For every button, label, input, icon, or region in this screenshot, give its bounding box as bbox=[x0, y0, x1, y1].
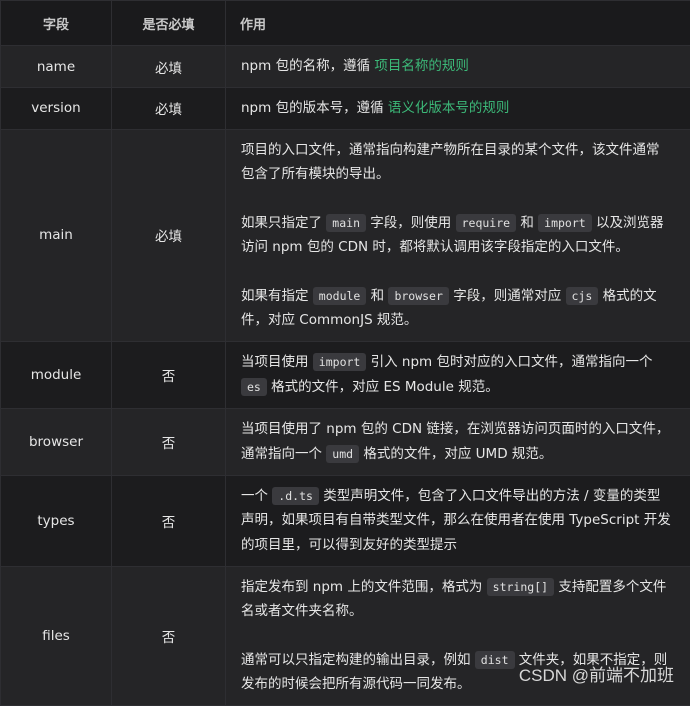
description-text: 一个 bbox=[241, 488, 272, 504]
inline-code: umd bbox=[326, 445, 359, 463]
description-text: 通常可以只指定构建的输出目录，例如 bbox=[241, 652, 475, 668]
field-description: 当项目使用了 npm 包的 CDN 链接，在浏览器访问页面时的入口文件，通常指向… bbox=[226, 408, 690, 475]
table-row: name 必填 npm 包的名称，遵循 项目名称的规则 bbox=[1, 46, 690, 88]
table-header-row: 字段 是否必填 作用 bbox=[1, 1, 690, 46]
description-paragraph: 当项目使用了 npm 包的 CDN 链接，在浏览器访问页面时的入口文件，通常指向… bbox=[241, 417, 672, 466]
field-name: version bbox=[1, 88, 112, 130]
table-row: module 否 当项目使用 import 引入 npm 包时对应的入口文件，通… bbox=[1, 341, 690, 408]
table-row: browser 否 当项目使用了 npm 包的 CDN 链接，在浏览器访问页面时… bbox=[1, 408, 690, 475]
inline-code: import bbox=[313, 353, 367, 371]
field-description: 一个 .d.ts 类型声明文件，包含了入口文件导出的方法 / 变量的类型声明，如… bbox=[226, 475, 690, 566]
description-text: 引入 npm 包时对应的入口文件，通常指向一个 bbox=[366, 354, 652, 370]
field-required: 否 bbox=[112, 341, 226, 408]
description-paragraph: npm 包的名称，遵循 项目名称的规则 bbox=[241, 54, 672, 79]
field-required: 否 bbox=[112, 566, 226, 705]
inline-code: .d.ts bbox=[272, 487, 319, 505]
description-text: 和 bbox=[516, 215, 538, 231]
inline-code: browser bbox=[388, 287, 448, 305]
inline-code: module bbox=[313, 287, 367, 305]
table-row: types 否 一个 .d.ts 类型声明文件，包含了入口文件导出的方法 / 变… bbox=[1, 475, 690, 566]
doc-link[interactable]: 项目名称的规则 bbox=[374, 58, 469, 74]
field-description: npm 包的名称，遵循 项目名称的规则 bbox=[226, 46, 690, 88]
inline-code: cjs bbox=[566, 287, 599, 305]
field-name: main bbox=[1, 129, 112, 341]
description-paragraph: 项目的入口文件，通常指向构建产物所在目录的某个文件，该文件通常包含了所有模块的导… bbox=[241, 138, 672, 187]
field-required: 必填 bbox=[112, 88, 226, 130]
description-text: 指定发布到 npm 上的文件范围，格式为 bbox=[241, 579, 487, 595]
description-paragraph: 一个 .d.ts 类型声明文件，包含了入口文件导出的方法 / 变量的类型声明，如… bbox=[241, 484, 672, 558]
field-description: 当项目使用 import 引入 npm 包时对应的入口文件，通常指向一个 es … bbox=[226, 341, 690, 408]
description-paragraph: 如果只指定了 main 字段，则使用 require 和 import 以及浏览… bbox=[241, 211, 672, 260]
field-name: module bbox=[1, 341, 112, 408]
field-name: browser bbox=[1, 408, 112, 475]
field-required: 必填 bbox=[112, 46, 226, 88]
field-name: types bbox=[1, 475, 112, 566]
field-required: 否 bbox=[112, 408, 226, 475]
inline-code: string[] bbox=[487, 578, 554, 596]
description-text: 格式的文件，对应 ES Module 规范。 bbox=[267, 379, 499, 395]
description-text: 如果有指定 bbox=[241, 288, 313, 304]
description-text: npm 包的名称，遵循 bbox=[241, 58, 374, 74]
field-required: 否 bbox=[112, 475, 226, 566]
field-required: 必填 bbox=[112, 129, 226, 341]
description-text: 当项目使用 bbox=[241, 354, 313, 370]
description-text: npm 包的版本号，遵循 bbox=[241, 100, 388, 116]
header-required: 是否必填 bbox=[112, 1, 226, 46]
fields-table: 字段 是否必填 作用 name 必填 npm 包的名称，遵循 项目名称的规则 v… bbox=[0, 0, 690, 706]
doc-link[interactable]: 语义化版本号的规则 bbox=[388, 100, 510, 116]
description-text: 如果只指定了 bbox=[241, 215, 326, 231]
field-name: name bbox=[1, 46, 112, 88]
inline-code: require bbox=[456, 214, 516, 232]
description-paragraph: npm 包的版本号，遵循 语义化版本号的规则 bbox=[241, 96, 672, 121]
description-text: 和 bbox=[366, 288, 388, 304]
header-purpose: 作用 bbox=[226, 1, 690, 46]
header-field: 字段 bbox=[1, 1, 112, 46]
description-text: 项目的入口文件，通常指向构建产物所在目录的某个文件，该文件通常包含了所有模块的导… bbox=[241, 142, 660, 183]
description-text: 字段，则使用 bbox=[366, 215, 456, 231]
table-row: main 必填 项目的入口文件，通常指向构建产物所在目录的某个文件，该文件通常包… bbox=[1, 129, 690, 341]
table-row: version 必填 npm 包的版本号，遵循 语义化版本号的规则 bbox=[1, 88, 690, 130]
inline-code: main bbox=[326, 214, 366, 232]
inline-code: es bbox=[241, 378, 267, 396]
watermark: CSDN @前端不加班 bbox=[519, 661, 674, 686]
inline-code: dist bbox=[475, 651, 515, 669]
field-name: files bbox=[1, 566, 112, 705]
field-description: npm 包的版本号，遵循 语义化版本号的规则 bbox=[226, 88, 690, 130]
inline-code: import bbox=[538, 214, 592, 232]
description-paragraph: 如果有指定 module 和 browser 字段，则通常对应 cjs 格式的文… bbox=[241, 284, 672, 333]
description-paragraph: 指定发布到 npm 上的文件范围，格式为 string[] 支持配置多个文件名或… bbox=[241, 575, 672, 624]
description-paragraph: 当项目使用 import 引入 npm 包时对应的入口文件，通常指向一个 es … bbox=[241, 350, 672, 399]
description-text: 格式的文件，对应 UMD 规范。 bbox=[359, 446, 552, 462]
field-description: 项目的入口文件，通常指向构建产物所在目录的某个文件，该文件通常包含了所有模块的导… bbox=[226, 129, 690, 341]
description-text: 字段，则通常对应 bbox=[449, 288, 566, 304]
